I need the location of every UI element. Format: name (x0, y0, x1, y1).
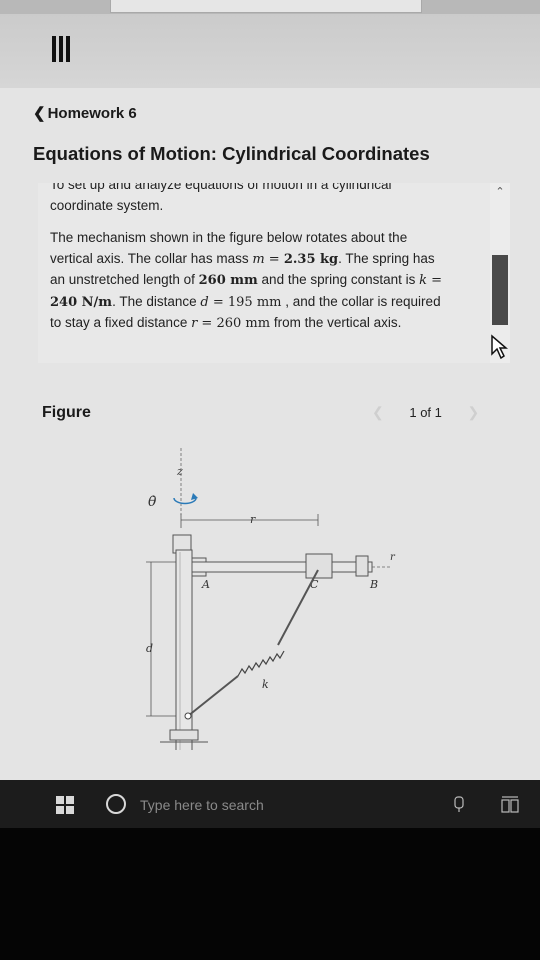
taskbar: Type here to search (0, 780, 540, 828)
horizontal-arm (191, 561, 373, 573)
top-bar (0, 0, 540, 88)
mass-value: 2.35 kg (283, 251, 339, 267)
spring-pivot (184, 712, 192, 720)
menu-bar (66, 36, 70, 62)
problem-paragraph: The mechanism shown in the figure below … (38, 228, 445, 335)
spring-rod-lower (187, 675, 239, 717)
label-r-top: r (250, 513, 256, 526)
math-k: k (419, 273, 428, 288)
end-stop-B (355, 555, 369, 577)
length-value: 260 mm (198, 273, 258, 288)
circle-icon[interactable] (106, 794, 126, 814)
back-link-label: Homework 6 (47, 104, 137, 122)
windows-logo-icon[interactable] (56, 796, 74, 814)
spring-coil (237, 650, 285, 677)
menu-icon[interactable] (52, 36, 70, 62)
text: . The distance (112, 293, 201, 309)
top-strip (0, 0, 540, 14)
label-r-right: r (390, 552, 396, 563)
math-eq: = (264, 251, 284, 267)
label-k: k (262, 678, 269, 691)
math-eq: = (208, 294, 228, 310)
math-eq: = (427, 273, 443, 288)
back-link[interactable]: ❮ Homework 6 (33, 104, 137, 123)
text: and the spring constant is (257, 272, 420, 287)
shaft-base (169, 729, 199, 741)
collar-C (305, 553, 333, 579)
taskbar-search-input[interactable]: Type here to search (140, 797, 264, 813)
menu-bar (59, 36, 63, 62)
chevron-left-icon[interactable]: ❮ (372, 404, 384, 420)
label-B: B (369, 578, 378, 591)
microphone-icon[interactable] (452, 796, 466, 814)
spring-constant-value: 240 N/m (50, 294, 113, 310)
menu-bar (52, 36, 56, 62)
label-d: d (146, 642, 153, 655)
problem-text: To set up and analyze equations of motio… (38, 183, 508, 363)
chevron-right-icon[interactable]: ❯ (468, 404, 480, 420)
spring-rod-upper (277, 569, 319, 646)
intro-cut-line: To set up and analyze equations of motio… (50, 183, 392, 192)
label-z: z (176, 465, 183, 478)
label-A: A (201, 578, 210, 591)
math-m: m (252, 251, 265, 267)
vertical-shaft (175, 549, 193, 750)
math-eq: = (197, 316, 217, 331)
text: from the vertical axis. (270, 315, 402, 330)
rotation-arrowhead (191, 493, 198, 500)
chevron-left-icon: ❮ (33, 105, 46, 122)
figure-pager: ❮ 1 of 1 ❯ (372, 404, 479, 421)
task-view-icon[interactable] (500, 796, 520, 814)
chevron-up-icon[interactable]: ⌃ (490, 185, 510, 198)
mechanism-figure: z θ̇ r r A C B k d (146, 448, 396, 750)
intro-tail: coordinate system. (50, 197, 164, 213)
mouse-cursor-icon (491, 334, 508, 360)
screen: ❮ Homework 6 Equations of Motion: Cylind… (0, 0, 540, 828)
page-count: 1 of 1 (409, 405, 442, 420)
main-content: ❮ Homework 6 Equations of Motion: Cylind… (0, 88, 540, 780)
page-title: Equations of Motion: Cylindrical Coordin… (33, 143, 430, 164)
top-tab[interactable] (110, 0, 422, 13)
scroll-thumb[interactable] (492, 255, 508, 325)
math-d: d (200, 294, 209, 310)
label-theta-dot: θ̇ (148, 494, 157, 510)
figure-label: Figure (42, 404, 91, 421)
distance-r-value: 260 mm (216, 316, 271, 331)
distance-d-value: 195 mm (227, 294, 282, 310)
